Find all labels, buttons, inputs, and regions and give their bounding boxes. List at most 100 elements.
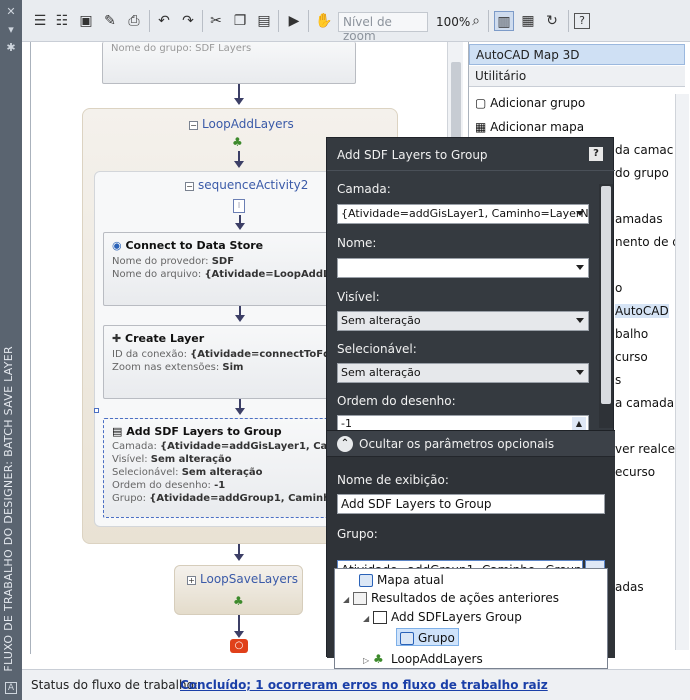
chevron-up-icon[interactable]: ⌃ [337, 436, 353, 452]
display-name-field[interactable]: Add SDF Layers to Group [337, 494, 605, 514]
help-icon[interactable]: ? [574, 13, 590, 29]
chevron-down-icon[interactable] [576, 370, 584, 375]
visible-label: Visível: [337, 290, 380, 304]
save-icon[interactable]: ▣ [76, 11, 96, 31]
collapsed-icon[interactable]: ▷ [363, 652, 373, 670]
toolbox-scrollbar[interactable] [675, 94, 689, 650]
selectable-label: Selecionável: [337, 342, 417, 356]
toolbar-divider [278, 10, 279, 32]
collapse-icon[interactable]: − [189, 121, 198, 130]
refresh-icon[interactable]: ↻ [542, 11, 562, 31]
toggle-toolbox-icon[interactable]: ▥ [494, 11, 514, 31]
status-label: Status do fluxo de trabalho: [31, 678, 198, 692]
toolbox-item[interactable]: curso [615, 350, 648, 364]
visible-select[interactable]: Sem alteração [337, 311, 589, 331]
tree-item-grupo[interactable]: Grupo [396, 628, 459, 646]
add-sdf-title: Add SDF Layers to Group [126, 425, 282, 438]
pin-icon[interactable]: ▾ [5, 24, 17, 36]
addsdf-row: Ordem do desenho: -1 [112, 480, 226, 491]
toolbar-divider [308, 10, 309, 32]
toolbar-divider [149, 10, 150, 32]
stepper-icon[interactable]: ▲ [572, 417, 586, 430]
stop-icon: ○ [230, 639, 248, 653]
chevron-down-icon[interactable] [576, 265, 584, 270]
toolbox-item[interactable]: do grupo [615, 166, 669, 180]
status-bar: Status do fluxo de trabalho: Concluído; … [22, 669, 690, 700]
loop-add-layers-title: LoopAddLayers [202, 117, 294, 131]
expand-icon[interactable]: + [187, 576, 196, 585]
new-sequence-icon[interactable]: ☷ [52, 11, 72, 31]
chevron-down-icon[interactable] [576, 211, 584, 216]
scroll-thumb[interactable] [601, 186, 611, 404]
settings-icon[interactable]: ✱ [5, 42, 17, 54]
paste-icon[interactable]: ▤ [254, 11, 274, 31]
zoom-icon[interactable]: ⌕ [466, 11, 486, 31]
loop-save-layers-node[interactable]: + LoopSaveLayers ♣ [174, 565, 303, 615]
toggle-properties-icon[interactable]: ▦ [518, 11, 538, 31]
run-workflow-icon[interactable]: ▶ [284, 11, 304, 31]
flow-arrowhead [234, 161, 244, 168]
toolbox-item[interactable]: adas [615, 580, 644, 594]
toolbox-item-selected[interactable]: AutoCAD [615, 304, 669, 318]
name-combo[interactable] [337, 258, 589, 278]
draw-order-stepper[interactable]: -1 ▲ [337, 415, 589, 431]
collapse-icon[interactable]: − [185, 182, 194, 191]
layer-combo[interactable]: {Atividade=addGisLayer1, Caminho=LayerN [337, 204, 589, 224]
designer-title: FLUXO DE TRABALHO DO DESIGNER: BATCH SAV… [2, 346, 15, 672]
tab-utilitario[interactable]: Utilitário [469, 66, 685, 87]
copy-icon[interactable]: ❐ [230, 11, 250, 31]
create-row: ID da conexão: {Atividade=connectToFdoD.… [112, 349, 356, 360]
toolbox-item[interactable]: a camada [615, 396, 674, 410]
addsdf-row: Camada: {Atividade=addGisLayer1, Caminh.… [112, 441, 356, 452]
toolbar-divider [488, 10, 489, 32]
add-group-node[interactable]: Nome do grupo: SDF Layers [102, 42, 356, 84]
toolbox-item[interactable]: balho [615, 327, 648, 341]
chevron-down-icon[interactable] [576, 318, 584, 323]
redo-icon[interactable]: ↷ [178, 11, 198, 31]
add-layer-icon: ▤ [112, 425, 127, 438]
toolbox-item[interactable]: s [615, 373, 621, 387]
tree-item-previous-results[interactable]: ◢ Resultados de ações anteriores [343, 589, 559, 607]
toolbox-item-add-map[interactable]: ▦ Adicionar mapa [475, 120, 584, 134]
dialog-scrollbar[interactable] [599, 184, 613, 428]
loop-save-layers-label[interactable]: + LoopSaveLayers [187, 572, 298, 586]
close-icon[interactable]: ✕ [5, 6, 17, 18]
tab-autocad-map[interactable]: AutoCAD Map 3D [469, 44, 685, 65]
pan-icon[interactable]: ✋ [314, 11, 334, 31]
hide-optional-toggle[interactable]: ⌃ Ocultar os parâmetros opcionais [327, 431, 615, 457]
toolbox-item[interactable]: ecurso [615, 465, 655, 479]
dialog-divider [327, 170, 615, 171]
tree-item-add-sdflayers-group[interactable]: ◢ Add SDFLayers Group [363, 608, 522, 626]
toolbox-item[interactable]: ver realce [615, 442, 675, 456]
undo-icon[interactable]: ↶ [154, 11, 174, 31]
status-link[interactable]: Concluído; 1 ocorreram erros no fluxo de… [180, 678, 548, 692]
toolbox-item[interactable]: nento de d [615, 235, 680, 249]
toolbox-item[interactable]: o [615, 281, 622, 295]
zoom-level-input[interactable]: Nível de zoom [338, 12, 428, 43]
selectable-select[interactable]: Sem alteração [337, 363, 589, 383]
tree-item-loop-add-layers[interactable]: ▷ ♣ LoopAddLayers [363, 650, 483, 668]
help-icon[interactable]: ? [589, 147, 603, 161]
database-icon [400, 632, 414, 645]
flow-arrowhead [235, 223, 245, 230]
edit-icon[interactable]: ✎ [100, 11, 120, 31]
cut-icon[interactable]: ✂ [206, 11, 226, 31]
expanded-icon[interactable]: ◢ [363, 610, 373, 628]
loop-add-layers-label[interactable]: − LoopAddLayers [189, 117, 294, 131]
sequence-activity-label[interactable]: − sequenceActivity2 [185, 178, 308, 192]
designer-side-strip: ✕ ▾ ✱ FLUXO DE TRABALHO DO DESIGNER: BAT… [0, 0, 22, 700]
sequence-activity-title: sequenceActivity2 [198, 178, 309, 192]
toolbox-item[interactable]: amadas [615, 212, 663, 226]
toolbar: ☰ ☷ ▣ ✎ ⎙ ↶ ↷ ✂ ❐ ▤ ▶ ✋ Nível de zoom 10… [22, 0, 690, 43]
add-group-icon: ▢ [475, 96, 491, 110]
tree-item-current-map[interactable]: Mapa atual [359, 571, 444, 589]
hide-optional-label[interactable]: Ocultar os parâmetros opcionais [359, 437, 554, 451]
create-layer-title: Create Layer [125, 332, 205, 345]
toolbox-item-add-group[interactable]: ▢ Adicionar grupo [475, 96, 585, 110]
toolbox-item[interactable]: da camac [615, 143, 673, 157]
print-icon[interactable]: ⎙ [124, 11, 144, 31]
flow-arrowhead [234, 554, 244, 561]
new-workflow-icon[interactable]: ☰ [30, 11, 50, 31]
selection-handle[interactable] [94, 408, 99, 413]
expanded-icon[interactable]: ◢ [343, 591, 353, 609]
